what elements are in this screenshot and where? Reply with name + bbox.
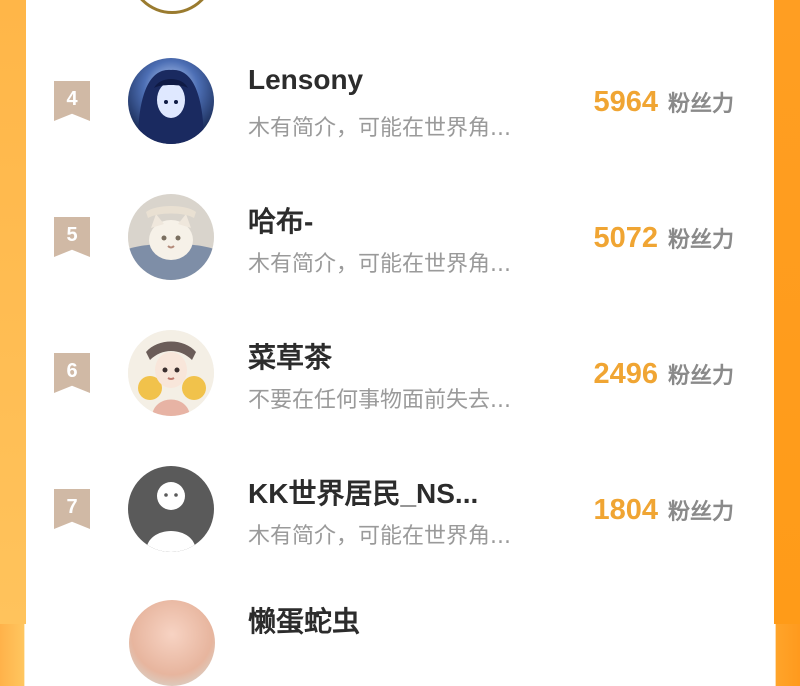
left-orange-border — [0, 0, 26, 624]
avatar[interactable] — [128, 330, 214, 416]
fans-count: 2496 — [593, 358, 658, 390]
list-item[interactable]: 6 菜草茶 不要在任何事物面前失去... 2496 粉丝力 — [26, 330, 774, 450]
fans-stat: 1804 粉丝力 — [593, 494, 734, 527]
rank-badge: 7 — [54, 489, 90, 529]
avatar[interactable] — [129, 600, 215, 686]
fans-label: 粉丝力 — [667, 364, 734, 389]
fans-count: 5072 — [593, 222, 658, 254]
user-name[interactable]: 哈布- — [248, 200, 313, 240]
user-bio: 木有简介，可能在世界角... — [248, 524, 511, 549]
user-name[interactable]: 懒蛋蛇虫 — [248, 600, 360, 640]
avatar[interactable] — [129, 0, 215, 14]
avatar[interactable] — [128, 194, 214, 280]
right-orange-border — [774, 0, 800, 624]
avatar[interactable] — [128, 58, 214, 144]
list-item[interactable]: 5 哈布- 木有简介，可能在世界角... 5072 粉丝力 — [26, 194, 774, 314]
rank-badge: 4 — [54, 81, 90, 121]
fans-stat: 2496 粉丝力 — [593, 358, 734, 391]
user-name[interactable]: KK世界居民_NS... — [248, 472, 478, 512]
fans-count: 1804 — [593, 494, 658, 526]
avatar[interactable] — [128, 466, 214, 552]
user-name[interactable]: 菜草茶 — [248, 336, 332, 376]
list-item[interactable]: 7 KK世界居民_NS... 木有简介，可能在世界角... 1804 粉丝力 — [26, 466, 774, 586]
default-avatar-icon — [128, 466, 214, 552]
fans-label: 粉丝力 — [667, 500, 734, 525]
fans-stat: 5072 粉丝力 — [593, 222, 734, 255]
rank-badge: 6 — [54, 353, 90, 393]
ranking-list: 4 Lensony 木有简介，可能在世界角... 5964 粉丝力 5 哈布- … — [26, 0, 774, 686]
rank-badge: 5 — [54, 217, 90, 257]
avatar-image — [128, 58, 214, 144]
fans-label: 粉丝力 — [667, 92, 734, 117]
fans-count: 5964 — [593, 86, 658, 118]
user-bio: 木有简介，可能在世界角... — [248, 252, 511, 277]
user-bio: 不要在任何事物面前失去... — [248, 388, 511, 413]
avatar-image — [128, 330, 214, 416]
fans-stat: 5964 粉丝力 — [593, 86, 734, 119]
fans-label: 粉丝力 — [667, 228, 734, 253]
list-item[interactable]: 4 Lensony 木有简介，可能在世界角... 5964 粉丝力 — [26, 58, 774, 178]
avatar-image — [128, 194, 214, 280]
user-name[interactable]: Lensony — [248, 64, 363, 96]
user-bio: 木有简介，可能在世界角... — [248, 116, 511, 141]
